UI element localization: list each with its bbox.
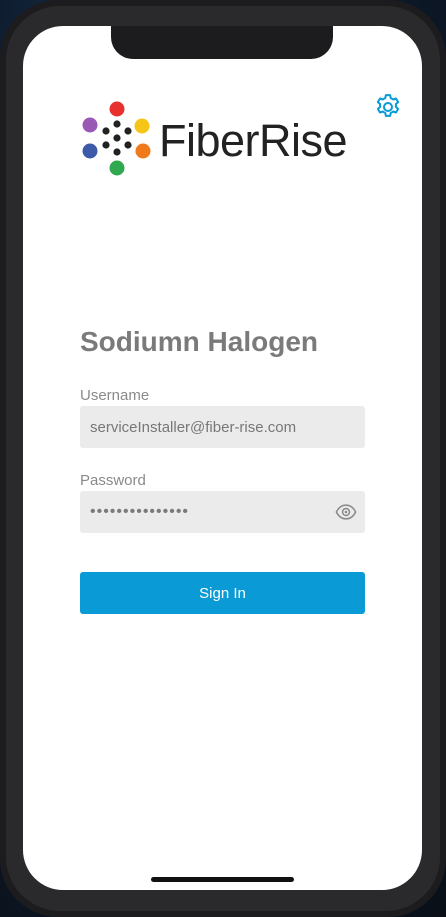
sign-in-button[interactable]: Sign In [80, 572, 365, 614]
password-value: ••••••••••••••• [90, 503, 190, 520]
logo-wordmark: FiberRise [159, 114, 348, 166]
fiberrise-logo: FiberRise [81, 100, 371, 180]
show-password-eye-icon[interactable] [335, 502, 357, 522]
password-label: Password [80, 472, 146, 489]
phone-frame: FiberRise Sodiumn Halogen Username servi… [0, 0, 446, 917]
settings-gear-icon[interactable] [373, 92, 403, 122]
logo-dots-mark [81, 100, 153, 180]
username-label: Username [80, 387, 150, 404]
device-notch [111, 26, 333, 59]
home-indicator [151, 877, 294, 882]
password-field[interactable]: ••••••••••••••• [80, 491, 365, 533]
username-field[interactable]: serviceInstaller@fiber-rise.com [80, 406, 365, 448]
app-screen: FiberRise Sodiumn Halogen Username servi… [23, 26, 422, 890]
page-title: Sodiumn Halogen [80, 326, 318, 357]
username-value: serviceInstaller@fiber-rise.com [90, 418, 297, 436]
